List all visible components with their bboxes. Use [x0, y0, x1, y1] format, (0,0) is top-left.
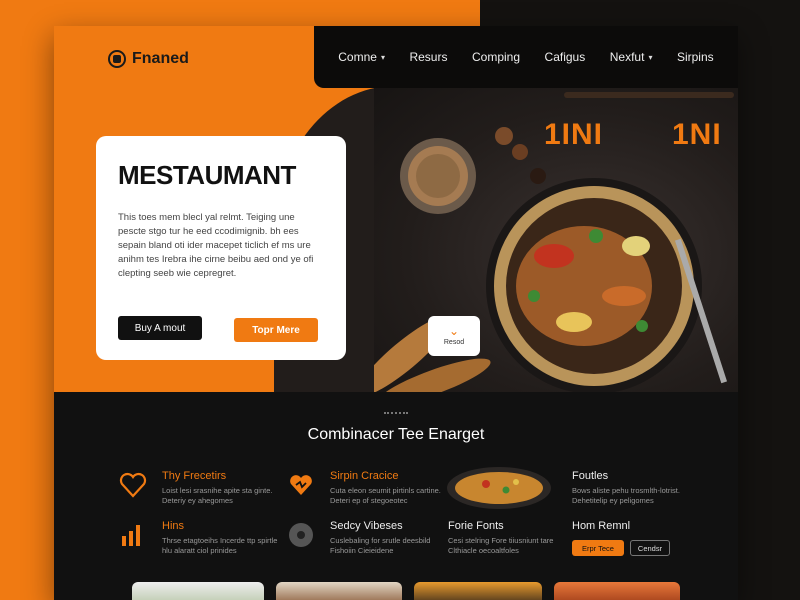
nav-item-label: Comping: [472, 50, 521, 64]
nav-item-cafigus[interactable]: Cafigus: [545, 50, 586, 64]
hero-word-1: 1INI: [544, 118, 604, 151]
nav-item-sirpins[interactable]: Sirpins: [677, 50, 714, 64]
nav-item-label: Sirpins: [676, 50, 714, 64]
gallery-thumbnail[interactable]: [276, 582, 402, 600]
feature-title: Foutles: [572, 470, 609, 482]
gallery-thumbnail[interactable]: [554, 582, 680, 600]
hero-card: MESTAUMANT This toes mem blecl yal relmt…: [96, 136, 346, 360]
nut: [495, 127, 513, 145]
scroll-label: Resod: [443, 339, 465, 346]
gallery-thumbnail[interactable]: [132, 582, 264, 600]
hero-description: This toes mem blecl yal relmt. Teiging u…: [118, 212, 314, 279]
nut: [512, 144, 528, 160]
chopstick: [564, 92, 734, 98]
logo-icon: [108, 50, 126, 68]
heart-spark-icon: [290, 475, 312, 495]
section-title: Combinacer Tee Enarget: [307, 426, 485, 443]
nav-item-label: Cafigus: [544, 50, 586, 64]
chevron-down-icon: ⌄: [448, 324, 460, 338]
section-divider: [384, 412, 408, 414]
nav-item-comping[interactable]: Comping: [472, 50, 520, 64]
nav-item-comne[interactable]: Comne ▾: [338, 50, 385, 64]
lemon: [556, 312, 592, 332]
feature-description: Bows aliste pehu trosmlth-lotrist. Dehet…: [572, 486, 680, 505]
bar-chart-icon: [122, 525, 140, 546]
potato: [622, 236, 650, 256]
herb: [589, 229, 603, 243]
tomato: [534, 244, 574, 268]
feature-description: Cuta eleon seumit pirtinls cartine. Dete…: [330, 486, 441, 505]
brand-logo[interactable]: Fnaned: [108, 50, 189, 68]
nav-item-label: Resurs: [409, 50, 448, 64]
nav-item-nexfut[interactable]: Nexfut ▾: [610, 50, 653, 64]
feature-title: Hins: [162, 520, 185, 532]
herb: [528, 290, 540, 302]
app-frame: Fnaned Comne ▾ Resurs Comping Cafigus Ne…: [54, 26, 738, 600]
feature-title: Sedcy Vibeses: [330, 520, 403, 532]
nut: [530, 168, 546, 184]
feature-title: Forie Fonts: [448, 520, 504, 532]
food-plate-image: [447, 467, 551, 509]
feature-description: Loist lesi srasnihe apite sta ginte. Det…: [162, 486, 273, 505]
top-nav: Comne ▾ Resurs Comping Cafigus Nexfut ▾ …: [314, 26, 738, 88]
feature-title: Thy Frecetirs: [162, 470, 227, 482]
feature-title: Sirpin Cracice: [330, 470, 399, 482]
gallery-thumbnail[interactable]: [414, 582, 542, 600]
hero-section: Fnaned Comne ▾ Resurs Comping Cafigus Ne…: [54, 26, 738, 392]
spice: [416, 154, 460, 198]
feature-description: Thrse etagtoeihs Incerde ttp spirtle hlu…: [162, 536, 278, 555]
nav-item-resurs[interactable]: Resurs: [409, 50, 447, 64]
feature-primary-button[interactable]: Erpr Tece: [572, 540, 624, 556]
heart-icon: [119, 472, 147, 498]
disc-icon: [289, 523, 313, 547]
buy-button[interactable]: Buy A mout: [118, 316, 202, 340]
herb: [636, 320, 648, 332]
feature-title: Hom Remnl: [572, 520, 631, 532]
hero-word-2: 1NI: [672, 118, 722, 151]
chevron-down-icon: ▾: [648, 52, 653, 62]
feature-description: Cesi stelring Fore tiiusniunt tare Clthi…: [448, 536, 554, 555]
hero-title: MESTAUMANT: [118, 160, 296, 190]
more-button[interactable]: Topr Mere: [234, 318, 318, 342]
scroll-down-button[interactable]: ⌄ Resod: [428, 316, 480, 356]
nav-item-label: Nexfut: [609, 50, 645, 64]
nav-item-label: Comne: [338, 50, 377, 64]
feature-secondary-button[interactable]: Cendsr: [630, 540, 670, 556]
chevron-down-icon: ▾: [380, 52, 385, 62]
shrimp: [602, 286, 646, 306]
brand-name: Fnaned: [132, 50, 189, 67]
feature-description: Cuslebaling for srutle deesbild Fishoiin…: [330, 536, 431, 555]
